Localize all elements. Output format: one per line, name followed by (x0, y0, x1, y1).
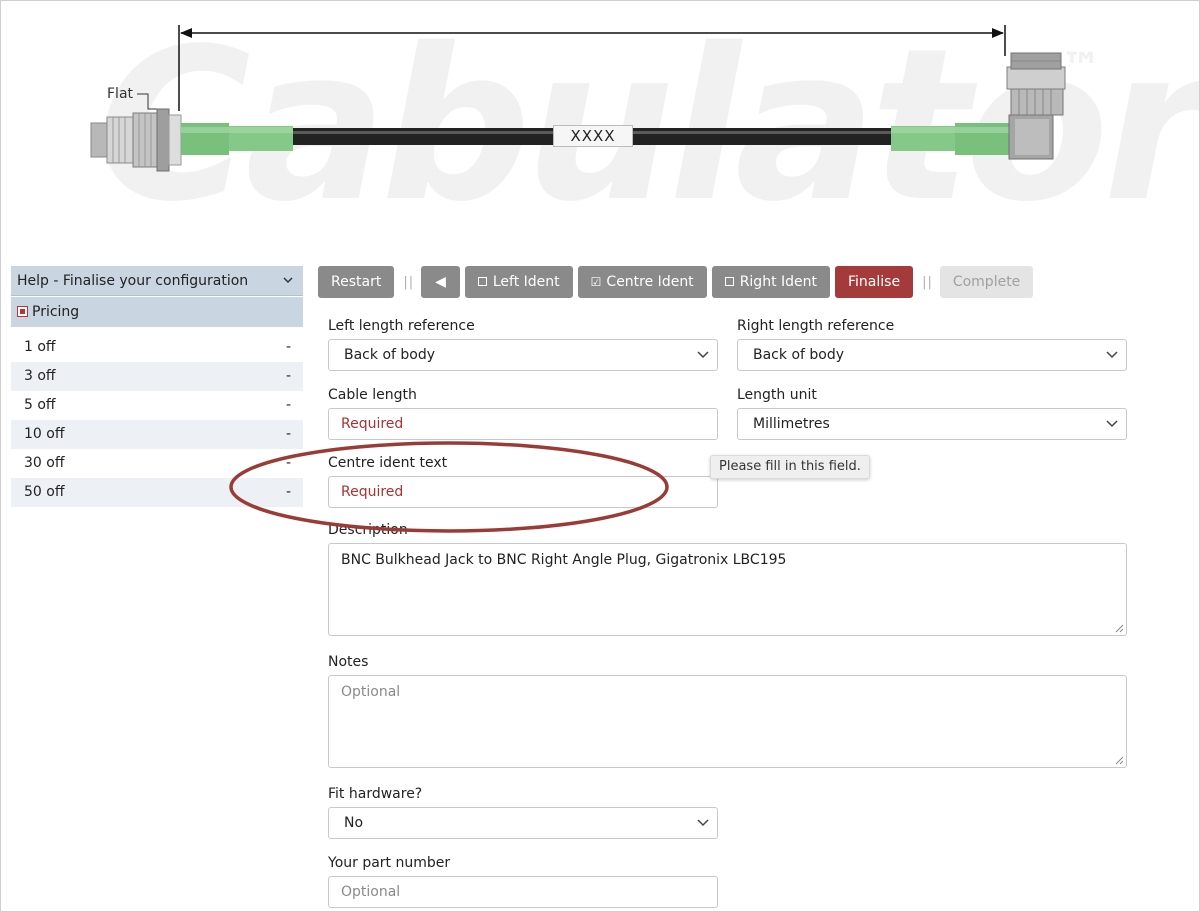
right-length-reference-value: Back of body (753, 347, 845, 363)
help-panel-header[interactable]: Help - Finalise your configuration (11, 266, 303, 296)
price-row: 1 off - (11, 333, 303, 362)
left-ident-button[interactable]: Left Ident (464, 266, 573, 298)
complete-button[interactable]: Complete (939, 266, 1034, 298)
length-unit-label: Length unit (737, 387, 817, 403)
cable-length-placeholder: Required (341, 416, 404, 432)
step-toolbar: Restart || ◀ Left Ident ☑ Centre Ident Ri… (318, 266, 1038, 298)
length-unit-select[interactable]: Millimetres (737, 408, 1127, 440)
unchecked-box-icon (724, 277, 734, 286)
description-textarea[interactable]: BNC Bulkhead Jack to BNC Right Angle Plu… (328, 543, 1127, 636)
centre-ident-marker: XXXX (553, 125, 633, 147)
resize-grip-icon[interactable] (1115, 624, 1124, 633)
left-length-reference-select[interactable]: Back of body (328, 339, 718, 371)
left-ident-label: Left Ident (492, 274, 560, 290)
cable-drawing: Cabulator ™ Flat XXXX (1, 1, 1199, 261)
validation-tooltip: Please fill in this field. (710, 455, 870, 479)
flat-label: Flat (107, 86, 134, 102)
toolbar-separator: || (922, 274, 933, 290)
fit-hardware-select[interactable]: No (328, 807, 718, 839)
left-length-reference-label: Left length reference (328, 318, 475, 334)
cable-length-label: Cable length (328, 387, 417, 403)
finalise-button[interactable]: Finalise (835, 266, 914, 298)
right-green-boot (891, 123, 1009, 155)
left-length-reference-value: Back of body (344, 347, 436, 363)
unchecked-box-icon (477, 277, 487, 286)
notes-label: Notes (328, 654, 369, 670)
highlight-ellipse (229, 441, 669, 533)
price-qty: 30 off (24, 455, 65, 471)
right-ident-label: Right Ident (739, 274, 817, 290)
price-value: - (285, 397, 291, 413)
chevron-down-icon (697, 819, 709, 827)
description-value: BNC Bulkhead Jack to BNC Right Angle Plu… (341, 552, 787, 568)
left-green-boot (181, 123, 293, 155)
part-number-input[interactable]: Optional (328, 876, 718, 908)
chevron-down-icon (1106, 420, 1118, 428)
length-dimension-line (178, 25, 1006, 111)
fit-hardware-label: Fit hardware? (328, 786, 423, 802)
right-length-reference-label: Right length reference (737, 318, 895, 334)
left-bnc-bulkhead-connector (90, 108, 182, 172)
price-value: - (285, 339, 291, 355)
price-row: 5 off - (11, 391, 303, 420)
back-arrow-icon: ◀ (435, 274, 446, 290)
notes-placeholder: Optional (341, 684, 401, 700)
checked-box-icon: ☑ (590, 275, 602, 289)
price-row: 3 off - (11, 362, 303, 391)
collapse-square-icon (17, 306, 28, 317)
pricing-header[interactable]: Pricing (11, 297, 303, 327)
part-number-placeholder: Optional (341, 884, 401, 900)
price-qty: 10 off (24, 426, 65, 442)
chevron-down-icon (697, 351, 709, 359)
right-angle-bnc-plug (1006, 52, 1066, 160)
restart-button[interactable]: Restart (318, 266, 395, 298)
centre-ident-button[interactable]: ☑ Centre Ident (577, 266, 707, 298)
resize-grip-icon[interactable] (1115, 756, 1124, 765)
chevron-down-icon (1106, 351, 1118, 359)
centre-ident-label: Centre Ident (606, 274, 694, 290)
cable-length-input[interactable]: Required (328, 408, 718, 440)
help-panel-title: Help - Finalise your configuration (17, 273, 249, 289)
price-value: - (285, 368, 291, 384)
pricing-label: Pricing (32, 304, 80, 320)
price-qty: 5 off (24, 397, 56, 413)
fit-hardware-value: No (344, 815, 364, 831)
toolbar-separator: || (403, 274, 415, 290)
right-length-reference-select[interactable]: Back of body (737, 339, 1127, 371)
price-qty: 50 off (24, 484, 65, 500)
price-qty: 1 off (24, 339, 56, 355)
part-number-label: Your part number (328, 855, 451, 871)
price-qty: 3 off (24, 368, 56, 384)
length-unit-value: Millimetres (753, 416, 830, 432)
back-button[interactable]: ◀ (421, 266, 460, 298)
app-frame: Cabulator ™ Flat XXXX Help - Finalise yo… (0, 0, 1200, 912)
right-ident-button[interactable]: Right Ident (711, 266, 830, 298)
notes-textarea[interactable]: Optional (328, 675, 1127, 768)
